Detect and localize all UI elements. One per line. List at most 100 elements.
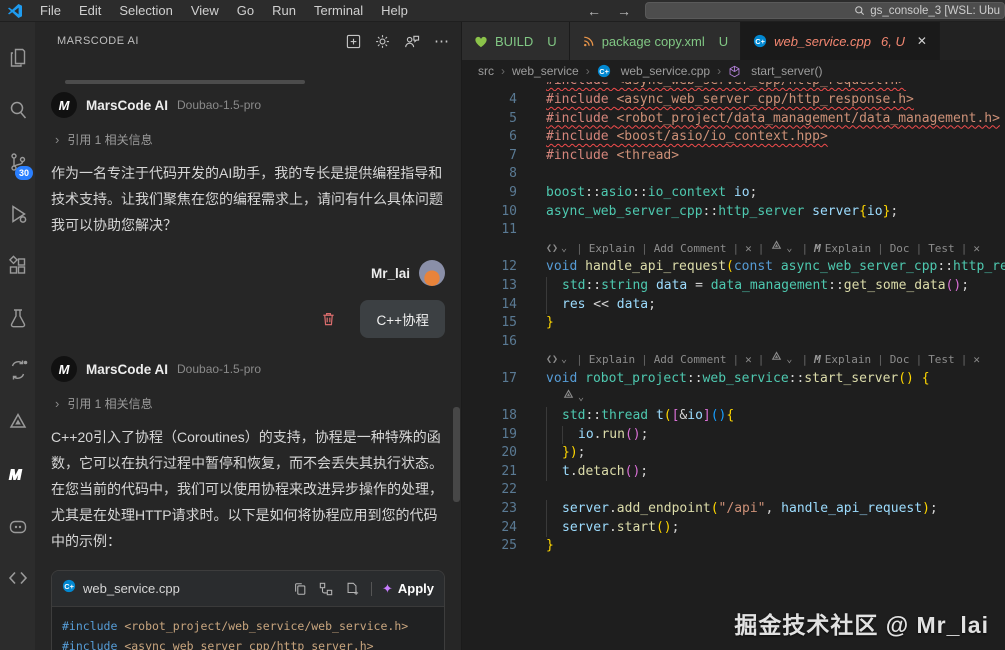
codelens-add-comment[interactable]: Add Comment <box>654 240 727 259</box>
marscode-knot-icon <box>770 350 783 371</box>
apply-button[interactable]: ✦ Apply <box>382 581 434 597</box>
codelens-explain[interactable]: Explain <box>825 240 871 259</box>
reference-label: 引用 1 相关信息 <box>67 131 152 148</box>
code-card-filename: web_service.cpp <box>83 581 281 596</box>
codelens-test[interactable]: Test <box>928 351 955 370</box>
activity-testing-icon[interactable] <box>0 292 35 344</box>
model-label: Doubao-1.5-pro <box>177 362 261 376</box>
insert-code-icon[interactable] <box>319 582 333 596</box>
codelens-doc[interactable]: Doc <box>890 240 910 259</box>
reference-toggle[interactable]: › 引用 1 相关信息 <box>55 395 445 412</box>
breadcrumb-label: src <box>478 64 494 78</box>
activity-run-debug-icon[interactable] <box>0 188 35 240</box>
menu-selection[interactable]: Selection <box>110 0 181 22</box>
chevron-down-icon[interactable]: ⌄ <box>578 389 584 408</box>
breadcrumb-item-web-service[interactable]: web_service <box>512 64 579 78</box>
line-number: 25 <box>462 537 517 556</box>
activity-bar: 30 M <box>0 22 35 650</box>
line-number: 18 <box>462 407 517 426</box>
activity-marscode-icon[interactable]: M <box>0 448 35 500</box>
new-file-icon[interactable] <box>345 582 359 596</box>
indent-guide <box>546 277 562 296</box>
menu-file[interactable]: File <box>31 0 70 22</box>
breadcrumb-separator: › <box>501 64 505 78</box>
activity-bot-icon[interactable] <box>0 500 35 552</box>
menu-terminal[interactable]: Terminal <box>305 0 372 22</box>
nav-forward-icon[interactable]: → <box>609 3 639 19</box>
close-icon[interactable]: ✕ <box>973 240 980 259</box>
menu-edit[interactable]: Edit <box>70 0 110 22</box>
code-icon: ❮❯ <box>546 351 558 370</box>
chevron-right-icon: › <box>55 132 59 147</box>
menu-help[interactable]: Help <box>372 0 417 22</box>
menu-bar: FileEditSelectionViewGoRunTerminalHelp <box>31 0 417 22</box>
breadcrumb-item-web-service-cpp[interactable]: C+web_service.cpp <box>597 64 710 78</box>
sidebar-title: MARSCODE AI <box>57 35 332 47</box>
scm-badge: 30 <box>15 166 33 180</box>
codelens-explain[interactable]: Explain <box>589 240 635 259</box>
nav-back-icon[interactable]: ← <box>579 3 609 19</box>
vertical-scrollbar[interactable] <box>453 407 460 502</box>
code-line-19: 19io.run(); <box>462 426 1005 445</box>
copy-icon[interactable] <box>293 582 307 596</box>
new-chat-button[interactable] <box>346 34 361 49</box>
rss-icon <box>582 35 595 48</box>
line-number: 12 <box>462 258 517 277</box>
activity-source-control-icon[interactable]: 30 <box>0 136 35 188</box>
line-number <box>462 240 517 259</box>
breadcrumb-label: start_server() <box>751 64 822 78</box>
breadcrumb: src›web_service›C+web_service.cpp›start_… <box>462 60 1005 82</box>
indent-guide <box>546 426 562 445</box>
breadcrumb-item-start-server-[interactable]: start_server() <box>728 64 822 78</box>
chat-panel: M MarsCode AI Doubao-1.5-pro › 引用 1 相关信息… <box>35 60 461 650</box>
menu-go[interactable]: Go <box>228 0 263 22</box>
code-line-23: 23server.add_endpoint("/api", handle_api… <box>462 500 1005 519</box>
line-number: 6 <box>462 128 517 147</box>
menu-run[interactable]: Run <box>263 0 305 22</box>
close-icon[interactable]: ✕ <box>745 351 752 370</box>
activity-explorer-icon[interactable] <box>0 32 35 84</box>
activity-knot-extension-icon[interactable] <box>0 396 35 448</box>
codelens-doc[interactable]: Doc <box>890 351 910 370</box>
code-line-16: 16 <box>462 333 1005 352</box>
horizontal-scrollbar[interactable] <box>65 80 305 84</box>
close-icon[interactable]: ✕ <box>917 34 927 48</box>
delete-message-icon[interactable] <box>321 311 336 327</box>
tab-web-service-cpp[interactable]: C+web_service.cpp6, U✕ <box>741 22 940 60</box>
activity-compare-icon[interactable] <box>0 344 35 396</box>
chevron-down-icon: ⌄ <box>786 351 792 370</box>
breadcrumb-item-src[interactable]: src <box>478 64 494 78</box>
codelens-explain[interactable]: Explain <box>825 351 871 370</box>
more-actions-icon[interactable]: ⋯ <box>434 32 449 50</box>
codelens-explain[interactable]: Explain <box>589 351 635 370</box>
marscode-knot-icon <box>770 239 783 260</box>
tab-build[interactable]: BUILDU <box>462 22 570 60</box>
codelens-test[interactable]: Test <box>928 240 955 259</box>
close-icon[interactable]: ✕ <box>745 240 752 259</box>
command-center-search[interactable]: gs_console_3 [WSL: Ubu <box>645 2 1005 19</box>
line-number: 13 <box>462 277 517 296</box>
activity-search-icon[interactable] <box>0 84 35 136</box>
codelens-row: ❮❯⌄|Explain|Add Comment|✕|⌄|MExplain|Doc… <box>462 240 1005 259</box>
activity-code-brackets-icon[interactable] <box>0 552 35 604</box>
assistant-text: 作为一名专注于代码开发的AI助手，我的专长是提供编程指导和技术支持。让我们聚焦在… <box>51 160 445 238</box>
activity-extensions-icon[interactable] <box>0 240 35 292</box>
menu-view[interactable]: View <box>182 0 228 22</box>
indent-guide <box>562 426 578 445</box>
line-number: 14 <box>462 296 517 315</box>
cpp-icon: C+ <box>753 34 767 48</box>
indent-guide <box>546 407 562 426</box>
assistant-message-2: M MarsCode AI Doubao-1.5-pro › 引用 1 相关信息… <box>51 356 445 650</box>
indent-guide <box>546 296 562 315</box>
card-code-line: #include <async_web_server_cpp/http_serv… <box>62 637 434 650</box>
feedback-icon[interactable] <box>404 34 420 49</box>
code-editor[interactable]: #include <async_web_server_cpp/http_requ… <box>462 82 1005 650</box>
close-icon[interactable]: ✕ <box>973 351 980 370</box>
tab-package-copy-xml[interactable]: package copy.xmlU <box>570 22 741 60</box>
reference-toggle[interactable]: › 引用 1 相关信息 <box>55 131 445 148</box>
breadcrumb-label: web_service.cpp <box>621 64 710 78</box>
settings-gear-icon[interactable] <box>375 34 390 49</box>
codelens-add-comment[interactable]: Add Comment <box>654 351 727 370</box>
svg-text:C+: C+ <box>64 582 74 591</box>
marscode-knot-icon[interactable] <box>562 388 575 409</box>
